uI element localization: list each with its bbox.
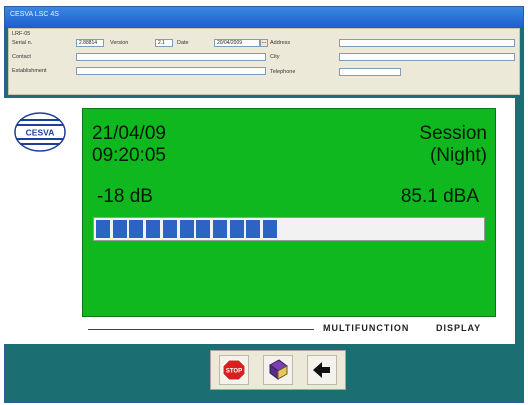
stop-label: STOP bbox=[226, 369, 242, 375]
establishment-label: Establishment bbox=[12, 68, 47, 74]
address-label: Address bbox=[270, 40, 291, 46]
display-mode-period: (Night) bbox=[429, 145, 487, 166]
level-bar-segment bbox=[229, 220, 244, 238]
serial-label: Serial n. bbox=[12, 40, 33, 46]
book-button[interactable] bbox=[263, 355, 293, 385]
level-offset: -18 dB bbox=[97, 186, 153, 207]
date-picker-button[interactable]: ... bbox=[260, 39, 268, 47]
lcd-display: 21/04/09 09:20:05 Session (Night) -18 dB… bbox=[82, 108, 496, 317]
level-value: 85.1 dBA bbox=[400, 186, 479, 207]
level-bar-segment bbox=[96, 220, 110, 238]
footer-rule bbox=[88, 329, 314, 330]
level-bar-segment bbox=[129, 220, 144, 238]
city-label: City bbox=[270, 54, 280, 60]
telephone-field[interactable] bbox=[339, 68, 401, 76]
contact-field[interactable] bbox=[76, 53, 266, 61]
level-bar bbox=[93, 217, 485, 241]
stop-icon: STOP bbox=[222, 359, 246, 381]
version-field[interactable]: 2.1 bbox=[155, 39, 173, 47]
logo-text: CESVA bbox=[26, 128, 55, 138]
footer-display: DISPLAY bbox=[436, 323, 482, 333]
window-title: CESVA LSC 4S bbox=[10, 11, 59, 18]
city-field[interactable] bbox=[339, 53, 515, 61]
version-label: Version bbox=[110, 40, 129, 46]
display-time: 09:20:05 bbox=[92, 145, 166, 166]
level-bar-segment bbox=[146, 220, 161, 238]
display-date: 21/04/09 bbox=[92, 123, 166, 144]
level-bar-segment bbox=[196, 220, 211, 238]
stop-button[interactable]: STOP bbox=[219, 355, 249, 385]
title-bar: CESVA LSC 4S bbox=[5, 7, 523, 27]
level-bar-segment bbox=[246, 220, 261, 238]
telephone-label: Telephone bbox=[270, 69, 296, 75]
level-bar-segment bbox=[112, 220, 127, 238]
establishment-field[interactable] bbox=[76, 67, 266, 75]
level-bar-segment bbox=[263, 220, 277, 238]
cesva-logo: CESVA bbox=[14, 112, 66, 152]
date-field[interactable]: 20/04/2009 bbox=[214, 39, 260, 47]
back-button[interactable] bbox=[307, 355, 337, 385]
display-panel: CESVA 21/04/09 09:20:05 Session (Night) … bbox=[4, 98, 515, 344]
level-bar-segment bbox=[212, 220, 227, 238]
level-bar-segment bbox=[162, 220, 177, 238]
serial-field[interactable]: 2.88814 bbox=[76, 39, 104, 47]
toolbar: STOP bbox=[210, 350, 346, 390]
footer-multifunction: MULTIFUNCTION bbox=[323, 323, 410, 333]
back-arrow-icon bbox=[313, 362, 330, 378]
display-mode: Session bbox=[419, 123, 487, 144]
date-label: Date bbox=[177, 40, 189, 46]
address-field[interactable] bbox=[339, 39, 515, 47]
device-info-form: LRF-05 Serial n. 2.88814 Version 2.1 Dat… bbox=[8, 28, 520, 95]
book-icon bbox=[269, 359, 288, 380]
contact-label: Contact bbox=[12, 54, 31, 60]
group-label: LRF-05 bbox=[12, 31, 31, 37]
level-bar-segment bbox=[179, 220, 194, 238]
